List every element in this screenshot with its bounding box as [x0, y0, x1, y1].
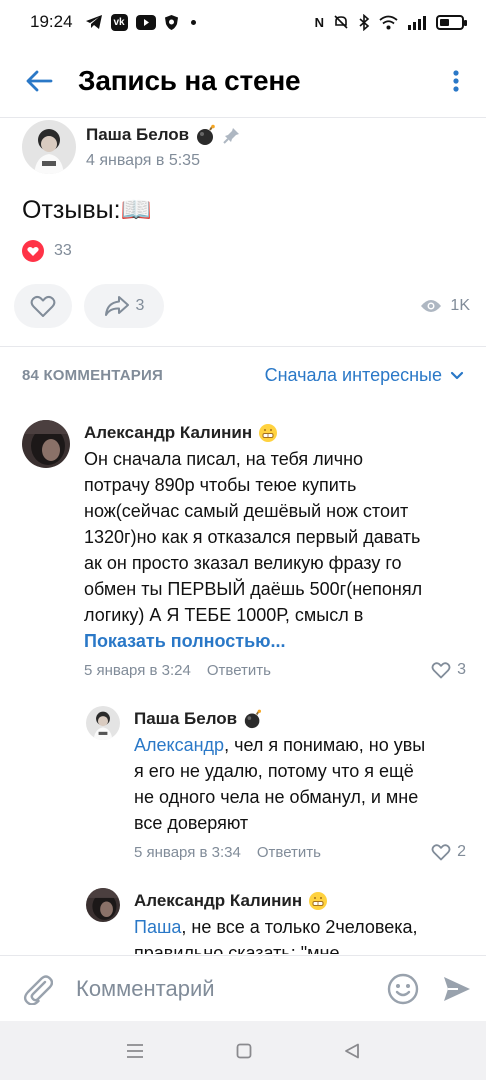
comment-date: 5 января в 3:34 [134, 843, 241, 861]
shield-icon [164, 14, 178, 30]
comment-like-count: 2 [457, 843, 466, 860]
comment-reply-item: Паша Белов Александр, чел я понимаю, но … [86, 706, 466, 864]
share-button[interactable]: 3 [84, 284, 164, 328]
comment-date: 5 января в 3:24 [84, 661, 191, 679]
heart-outline-icon [431, 844, 451, 861]
back-button[interactable] [0, 44, 78, 118]
comment-text: Он сначала писал, на тебя лично потрачу … [84, 449, 423, 625]
sort-comments-button[interactable]: Сначала интересные [265, 365, 464, 386]
smile-icon [387, 973, 419, 1004]
avatar[interactable] [86, 888, 120, 922]
like-button[interactable] [14, 284, 72, 328]
comment-text: Александр, чел я понимаю, но увы я его н… [134, 735, 426, 833]
chevron-down-icon [450, 371, 464, 379]
notification-dot-icon [190, 19, 196, 25]
avatar[interactable] [22, 420, 70, 468]
heart-reaction-icon [22, 240, 44, 262]
app-header: Запись на стене [0, 44, 486, 118]
grimace-emoji-icon [309, 892, 328, 910]
post-author-name[interactable]: Паша Белов [86, 125, 189, 145]
menu-icon[interactable] [126, 1043, 144, 1059]
signal-icon [408, 15, 426, 30]
comment-like-count: 3 [457, 661, 466, 678]
comments-header: 84 КОММЕНТАРИЯ Сначала интересные [22, 362, 464, 388]
sort-label: Сначала интересные [264, 364, 442, 385]
bomb-icon [197, 124, 215, 145]
comments-count: 84 КОММЕНТАРИЯ [22, 366, 163, 384]
avatar[interactable] [22, 120, 76, 174]
comment-input-bar [0, 955, 486, 1021]
comment-reply-item: Александр Калинин Паша, не все а только … [86, 888, 466, 954]
send-icon [444, 976, 470, 1001]
reply-button[interactable]: Ответить [257, 844, 321, 861]
pin-icon [223, 128, 240, 144]
mention-link[interactable]: Александр [134, 735, 224, 755]
avatar[interactable] [86, 706, 120, 740]
more-vertical-icon [453, 69, 459, 92]
heart-outline-icon [431, 662, 451, 679]
comment-like-button[interactable]: 3 [431, 661, 466, 679]
comment-item: Александр Калинин Он сначала писал, на т… [22, 420, 466, 682]
wifi-icon [379, 15, 398, 29]
send-button[interactable] [428, 956, 486, 1022]
comment-text: Паша, не все а только 2человека, правиль… [134, 917, 418, 954]
comment-author[interactable]: Александр Калинин [134, 891, 302, 911]
comment-author[interactable]: Паша Белов [134, 709, 237, 729]
status-time: 19:24 [30, 12, 73, 31]
reactions-count: 33 [54, 242, 72, 259]
nfc-icon: N [314, 14, 324, 30]
bluetooth-icon [359, 13, 370, 31]
status-bar: 19:24 vk N [0, 0, 486, 44]
reply-button[interactable]: Ответить [207, 662, 271, 679]
post-reactions[interactable]: 33 [22, 240, 72, 262]
post-text: Отзывы:📖 [22, 196, 152, 224]
bomb-icon [244, 709, 262, 729]
home-square-icon[interactable] [236, 1043, 252, 1059]
attach-button[interactable] [0, 956, 76, 1022]
share-arrow-icon [104, 296, 129, 316]
battery-icon [436, 14, 467, 30]
grimace-emoji-icon [259, 424, 278, 442]
more-options-button[interactable] [426, 44, 486, 118]
views-count: 1K [450, 297, 470, 314]
back-triangle-icon[interactable] [344, 1043, 360, 1059]
youtube-icon [135, 14, 156, 30]
arrow-left-icon [26, 70, 53, 91]
eye-icon [421, 300, 442, 312]
show-more-link[interactable]: Показать полностью... [84, 628, 466, 654]
mention-link[interactable]: Паша [134, 917, 181, 937]
telegram-icon [85, 15, 102, 29]
paperclip-icon [23, 974, 53, 1005]
divider [0, 346, 486, 347]
comment-like-button[interactable]: 2 [431, 843, 466, 861]
heart-outline-icon [30, 295, 56, 317]
comment-author[interactable]: Александр Калинин [84, 423, 252, 443]
post-date: 4 января в 5:35 [86, 152, 200, 169]
emoji-button[interactable] [378, 956, 428, 1022]
post-author[interactable]: Паша Белов 4 января в 5:35 [22, 120, 241, 174]
system-nav-bar [0, 1021, 486, 1080]
share-count: 3 [135, 297, 145, 314]
page-title: Запись на стене [78, 64, 301, 96]
mute-icon [334, 15, 348, 29]
comment-input[interactable] [76, 975, 378, 1002]
vk-icon: vk [110, 13, 128, 31]
views-counter: 1K [420, 297, 472, 315]
post-actions: 3 1K [14, 284, 472, 328]
